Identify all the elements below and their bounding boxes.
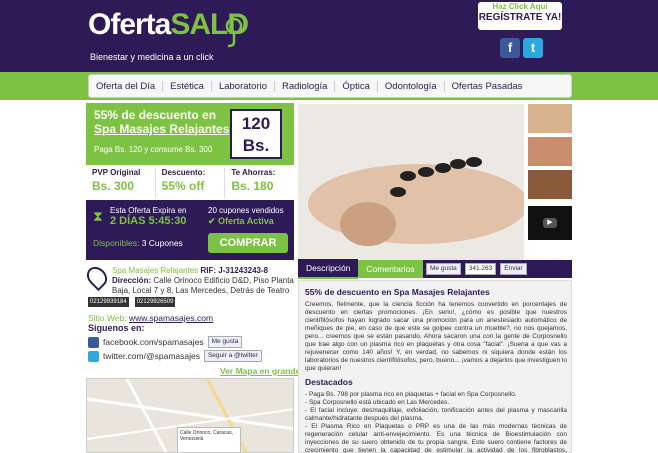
twitter-icon[interactable]: t: [523, 38, 543, 58]
countdown: 2 DÍAS 5:45:30: [110, 215, 187, 227]
sold-count: 20 cupones vendidos: [208, 206, 284, 215]
twitter-follow-button[interactable]: Seguir a @twitter: [203, 350, 262, 362]
stethoscope-icon: [225, 17, 243, 48]
nav-item-laboratorio[interactable]: Laboratorio: [212, 80, 275, 92]
map-link[interactable]: Ver Mapa en grande: [220, 366, 300, 376]
deal-business-link[interactable]: Spa Masajes Relajantes: [94, 122, 229, 136]
stat-discount: Descuento: 55% off: [156, 168, 226, 198]
stat-original: PVP Original Bs. 300: [86, 168, 156, 198]
facebook-icon[interactable]: f: [500, 38, 520, 58]
thumbnail-3[interactable]: [528, 170, 572, 199]
nav-item-odontologia[interactable]: Odontología: [378, 80, 445, 92]
phone-1[interactable]: 02129939184: [88, 297, 129, 307]
nav-item-optica[interactable]: Óptica: [335, 80, 378, 92]
deal-price: 120 Bs.: [230, 109, 282, 159]
spa-photo: [298, 104, 524, 262]
active-status: ✔ Oferta Activa: [208, 216, 274, 226]
available-coupons: Disponibles: 3 Cupones: [93, 238, 183, 248]
nav-item-estetica[interactable]: Estética: [163, 80, 212, 92]
description-panel: 55% de descuento en Spa Masajes Relajant…: [298, 280, 572, 453]
main-nav: Oferta del Día Estética Laboratorio Radi…: [88, 74, 572, 98]
highlight-item: - Paga Bs. 798 por plasma rico en plaque…: [305, 391, 517, 398]
follow-label: Siguenos en:: [88, 323, 145, 333]
facebook-row: facebook.com/spamasajes Me gusta: [88, 336, 243, 348]
map-bubble: Calle Orinoco, Caracas, Venezuela: [177, 427, 241, 452]
deal-stats: PVP Original Bs. 300 Descuento: 55% off …: [86, 168, 294, 198]
nav-item-oferta-del-dia[interactable]: Oferta del Día: [89, 80, 164, 92]
tab-comments[interactable]: Comentarios: [358, 260, 423, 278]
description-body: Creemos, fielmente, que la ciencia ficci…: [305, 301, 567, 372]
video-thumbnail[interactable]: ▶: [528, 206, 572, 240]
twitter-row: twitter.com/@spamasajes Seguir a @twitte…: [88, 350, 262, 362]
like-area: Me gusta 341.263 Enviar: [426, 263, 527, 275]
location-map[interactable]: Calle Orinoco, Caracas, Venezuela: [86, 378, 294, 453]
highlight-item: - El Plasma Rico en Plaquetas o PRP es u…: [305, 423, 567, 453]
tagline: Bienestar y medicina a un click: [90, 52, 214, 62]
deal-title: 55% de descuento en: [94, 108, 217, 122]
deal-photo: [298, 104, 524, 262]
thumbnail-2[interactable]: [528, 137, 572, 166]
description-title: 55% de descuento en Spa Masajes Relajant…: [305, 287, 490, 297]
highlight-item: - El facial incluye: desmaquillaje, exfo…: [305, 407, 567, 422]
facebook-small-icon: [88, 336, 99, 348]
phone-2[interactable]: 02129926509: [134, 297, 176, 307]
highlight-item: - Spa Corposnello está ubicado en Las Me…: [305, 399, 450, 406]
deal-subtitle: Paga Bs. 120 y consume Bs. 300: [94, 145, 213, 154]
thumbnail-1[interactable]: [528, 104, 572, 133]
register-button[interactable]: Haz Click Aquí REGÍSTRATE YA!: [478, 2, 562, 30]
hourglass-icon: ⧗: [93, 208, 103, 224]
expira-label: Esta Oferta Expira en: [110, 206, 187, 215]
play-icon: ▶: [543, 218, 557, 228]
highlights-list: - Paga Bs. 798 por plasma rico en plaque…: [305, 391, 567, 453]
like-count: 341.263: [464, 263, 497, 275]
website-link[interactable]: www.spamasajes.com: [129, 313, 213, 323]
fb-like-button[interactable]: Me gusta: [426, 263, 461, 275]
nav-item-radiologia[interactable]: Radiología: [275, 80, 336, 92]
facebook-link[interactable]: facebook.com/spamasajes: [103, 337, 204, 347]
website-line: Sitio Web: www.spamasajes.com: [88, 313, 214, 323]
nav-item-ofertas-pasadas[interactable]: Ofertas Pasadas: [445, 81, 530, 92]
location-pin-icon: [82, 262, 112, 292]
facebook-like-button[interactable]: Me gusta: [207, 336, 243, 348]
send-button[interactable]: Enviar: [500, 263, 527, 275]
highlights-title: Destacados: [305, 377, 353, 387]
buy-button[interactable]: COMPRAR: [208, 233, 288, 253]
business-name: Spa Masajes Relajantes RIF: J-31243243-8: [112, 266, 269, 275]
stat-savings: Te Ahorras: Bs. 180: [231, 168, 276, 193]
twitter-small-icon: [88, 350, 99, 362]
tab-description[interactable]: Descripción: [298, 259, 359, 279]
deal-timer: ⧗ Esta Oferta Expira en 2 DÍAS 5:45:30 2…: [86, 200, 294, 260]
twitter-link[interactable]: twitter.com/@spamasajes: [103, 351, 200, 361]
phones-row: 02129939184 02129926509: [88, 297, 294, 307]
